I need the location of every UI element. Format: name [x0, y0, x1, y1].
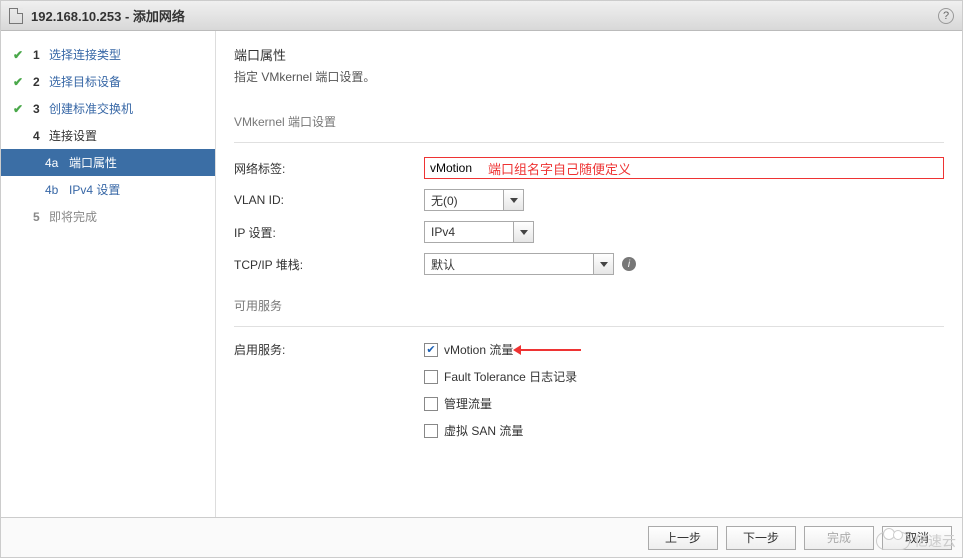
label-vlan: VLAN ID: [234, 193, 424, 207]
service-label: vMotion 流量 [444, 341, 513, 358]
section-services: 可用服务 [234, 297, 944, 314]
step-num: 1 [33, 48, 49, 62]
step-4: 4 连接设置 [1, 122, 215, 149]
label-enable: 启用服务: [234, 341, 424, 358]
row-ip: IP 设置: IPv4 [234, 221, 944, 243]
service-ft[interactable]: Fault Tolerance 日志记录 [424, 368, 581, 385]
step-label: 创建标准交换机 [49, 100, 133, 117]
row-tcpip: TCP/IP 堆栈: 默认 i [234, 253, 944, 275]
substep-num: 4a [45, 156, 69, 170]
substep-label: 端口属性 [69, 154, 117, 171]
vlan-value: 无(0) [424, 189, 504, 211]
info-icon[interactable]: i [622, 257, 636, 271]
next-button[interactable]: 下一步 [726, 526, 796, 550]
check-icon: ✔ [13, 48, 27, 62]
dropdown-icon[interactable] [514, 221, 534, 243]
step-num: 5 [33, 210, 49, 224]
dropdown-icon[interactable] [594, 253, 614, 275]
content-title: 端口属性 [234, 45, 944, 64]
window-title: 192.168.10.253 - 添加网络 [31, 6, 185, 25]
ip-select[interactable]: IPv4 [424, 221, 534, 243]
step-label: 选择目标设备 [49, 73, 121, 90]
tcpip-value: 默认 [424, 253, 594, 275]
checkbox-icon[interactable] [424, 397, 438, 411]
step-num: 3 [33, 102, 49, 116]
back-button[interactable]: 上一步 [648, 526, 718, 550]
checkbox-icon[interactable] [424, 370, 438, 384]
label-network-label: 网络标签: [234, 160, 424, 177]
row-network-label: 网络标签: 端口组名字自己随便定义 [234, 157, 944, 179]
title-bar: 192.168.10.253 - 添加网络 ? [1, 1, 962, 31]
divider [234, 142, 944, 143]
substep-4b[interactable]: 4b IPv4 设置 [1, 176, 215, 203]
finish-button: 完成 [804, 526, 874, 550]
checkbox-icon[interactable] [424, 424, 438, 438]
ip-value: IPv4 [424, 221, 514, 243]
service-label: Fault Tolerance 日志记录 [444, 368, 577, 385]
substep-4a[interactable]: 4a 端口属性 [1, 149, 215, 176]
section-vmkernel: VMkernel 端口设置 [234, 113, 944, 130]
checkbox-icon[interactable] [424, 343, 438, 357]
page-icon [9, 8, 23, 24]
cancel-button[interactable]: 取消 [882, 526, 952, 550]
dialog-body: ✔ 1 选择连接类型 ✔ 2 选择目标设备 ✔ 3 创建标准交换机 4 连接设置… [1, 31, 962, 517]
step-5: 5 即将完成 [1, 203, 215, 230]
services-list: vMotion 流量 Fault Tolerance 日志记录 管理流量 虚拟 … [424, 341, 581, 449]
step-3[interactable]: ✔ 3 创建标准交换机 [1, 95, 215, 122]
step-num: 4 [33, 129, 49, 143]
divider [234, 326, 944, 327]
service-vmotion[interactable]: vMotion 流量 [424, 341, 581, 358]
step-1[interactable]: ✔ 1 选择连接类型 [1, 41, 215, 68]
check-icon: ✔ [13, 102, 27, 116]
step-label: 选择连接类型 [49, 46, 121, 63]
content-panel: 端口属性 指定 VMkernel 端口设置。 VMkernel 端口设置 网络标… [216, 31, 962, 517]
content-subtitle: 指定 VMkernel 端口设置。 [234, 68, 944, 85]
network-label-input[interactable] [424, 157, 944, 179]
substep-label: IPv4 设置 [69, 181, 120, 198]
footer: 上一步 下一步 完成 取消 [1, 517, 962, 557]
label-ip: IP 设置: [234, 224, 424, 241]
step-label: 连接设置 [49, 127, 97, 144]
tcpip-select[interactable]: 默认 [424, 253, 614, 275]
wizard-sidebar: ✔ 1 选择连接类型 ✔ 2 选择目标设备 ✔ 3 创建标准交换机 4 连接设置… [1, 31, 216, 517]
check-icon: ✔ [13, 75, 27, 89]
network-label-wrap: 端口组名字自己随便定义 [424, 157, 944, 179]
substep-num: 4b [45, 183, 69, 197]
arrow-annotation-icon [521, 349, 581, 351]
step-num: 2 [33, 75, 49, 89]
service-label: 虚拟 SAN 流量 [444, 422, 523, 439]
help-icon[interactable]: ? [938, 8, 954, 24]
service-vsan[interactable]: 虚拟 SAN 流量 [424, 422, 581, 439]
label-tcpip: TCP/IP 堆栈: [234, 256, 424, 273]
row-enable-services: 启用服务: vMotion 流量 Fault Tolerance 日志记录 管理… [234, 341, 944, 449]
step-label: 即将完成 [49, 208, 97, 225]
step-2[interactable]: ✔ 2 选择目标设备 [1, 68, 215, 95]
dialog-window: 192.168.10.253 - 添加网络 ? ✔ 1 选择连接类型 ✔ 2 选… [0, 0, 963, 558]
vlan-select[interactable]: 无(0) [424, 189, 524, 211]
row-vlan: VLAN ID: 无(0) [234, 189, 944, 211]
dropdown-icon[interactable] [504, 189, 524, 211]
service-label: 管理流量 [444, 395, 492, 412]
service-mgmt[interactable]: 管理流量 [424, 395, 581, 412]
